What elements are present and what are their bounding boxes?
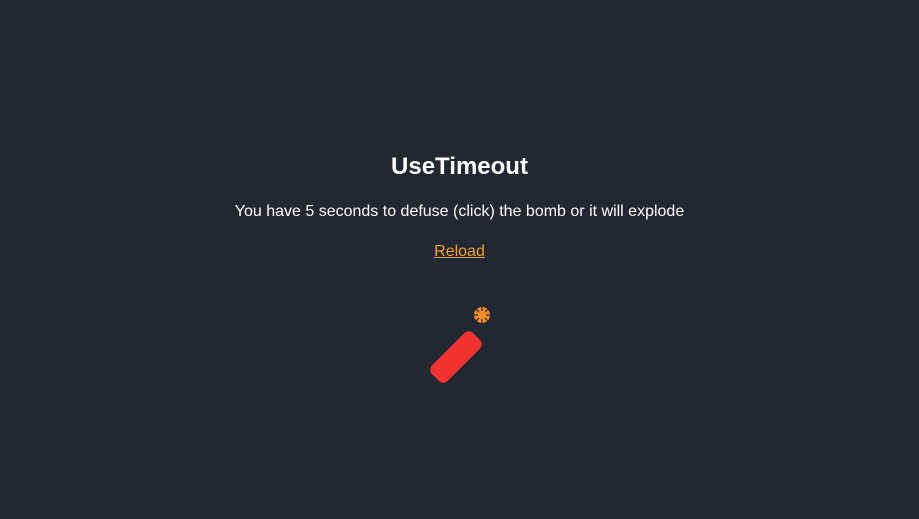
spark-icon bbox=[473, 306, 491, 324]
reload-container: Reload bbox=[0, 241, 919, 263]
page-title: UseTimeout bbox=[391, 153, 528, 180]
bomb-icon[interactable] bbox=[420, 300, 500, 390]
instructions-text: You have 5 seconds to defuse (click) the… bbox=[234, 203, 685, 220]
reload-link[interactable]: Reload bbox=[434, 243, 485, 260]
page: UseTimeout You have 5 seconds to defuse … bbox=[0, 0, 919, 519]
dynamite-body bbox=[430, 331, 482, 383]
dynamite-stick bbox=[430, 331, 482, 383]
